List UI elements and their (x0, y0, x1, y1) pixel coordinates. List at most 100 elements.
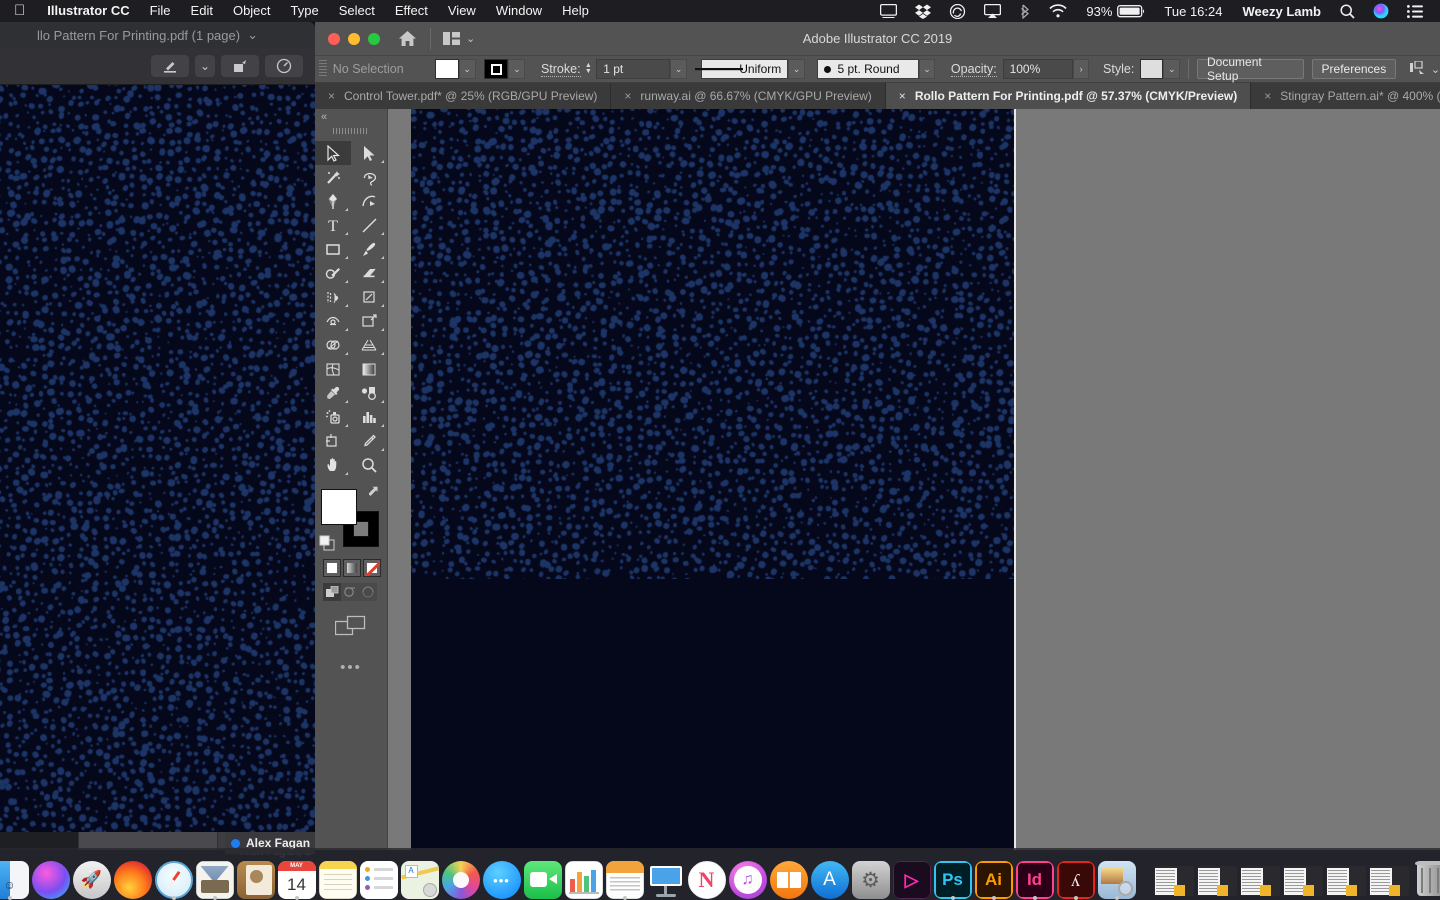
markup-icon[interactable] (151, 55, 189, 77)
dock-item-illustrator[interactable]: Ai (974, 855, 1013, 900)
draw-inside-button[interactable] (359, 583, 377, 601)
dock-item-reminders[interactable] (359, 855, 398, 899)
search-icon[interactable] (1331, 0, 1364, 22)
scale-tool[interactable] (351, 285, 387, 309)
width-tool[interactable] (315, 309, 351, 333)
dock[interactable]: ☺ 🚀 MAY 14 A ••• N ♫ A ⚙ ▷ Ps Ai Id ʎ (0, 848, 1440, 900)
battery-icon[interactable] (1117, 0, 1154, 22)
line-segment-tool[interactable] (351, 213, 387, 237)
fill-swatch[interactable] (434, 59, 459, 79)
column-graph-tool[interactable] (351, 405, 387, 429)
tool-grid[interactable]: T (315, 137, 387, 477)
lasso-tool[interactable] (351, 165, 387, 189)
menubar-menus[interactable]: File Edit Object Type Select Effect View Window… (140, 0, 599, 22)
edit-toolbar-icon[interactable]: ••• (315, 659, 387, 676)
artboard-tool[interactable] (315, 429, 351, 453)
tools-panel[interactable]: « T ••• (315, 109, 388, 850)
menubar-menu-effect[interactable]: Effect (385, 0, 438, 22)
dock-minimized-window-5[interactable] (1325, 855, 1366, 899)
menubar-menu-help[interactable]: Help (552, 0, 599, 22)
minimize-button[interactable] (348, 32, 360, 45)
stroke-profile-caret-icon[interactable]: ⌄ (788, 59, 805, 79)
rectangle-tool[interactable] (315, 237, 351, 261)
curvature-tool[interactable] (351, 189, 387, 213)
document-tab[interactable]: × runway.ai @ 66.67% (CMYK/GPU Preview) (611, 83, 886, 109)
dock-minimized-window-1[interactable] (1153, 855, 1194, 899)
dock-item-photos[interactable] (441, 855, 480, 899)
gradient-button[interactable] (343, 559, 361, 577)
preview-window[interactable]: llo Pattern For Printing.pdf (1 page) ⌄ … (0, 22, 315, 850)
illustrator-titlebar[interactable]: ⌄ Adobe Illustrator CC 2019 (315, 22, 1440, 55)
document-tab[interactable]: × Rollo Pattern For Printing.pdf @ 57.37%… (885, 83, 1252, 109)
dock-item-safari[interactable] (154, 855, 193, 900)
draw-behind-button[interactable] (341, 583, 359, 601)
dock-item-siri[interactable] (31, 855, 70, 899)
align-caret-icon[interactable]: ⌄ (1431, 63, 1440, 76)
display-icon[interactable] (871, 0, 906, 22)
shape-builder-tool[interactable] (315, 333, 351, 357)
home-icon[interactable] (396, 28, 418, 50)
dock-item-preview[interactable] (1097, 855, 1136, 900)
menubar-app-name[interactable]: Illustrator CC (37, 0, 139, 22)
selection-tool[interactable] (315, 141, 351, 165)
dock-item-maps[interactable]: A (400, 855, 439, 899)
dock-item-messages[interactable]: ••• (482, 855, 521, 899)
tab-close-icon[interactable]: × (1264, 89, 1271, 103)
free-transform-tool[interactable] (351, 309, 387, 333)
canvas-area[interactable] (388, 109, 1440, 850)
dock-item-pages[interactable] (605, 855, 644, 900)
dock-item-mail[interactable] (195, 855, 234, 900)
window-controls[interactable] (315, 32, 380, 45)
menubar-menu-view[interactable]: View (438, 0, 486, 22)
dock-minimized-window-2[interactable] (1196, 855, 1237, 899)
opacity-label[interactable]: Opacity: (950, 62, 997, 77)
dock-item-system-preferences[interactable]: ⚙ (851, 855, 890, 899)
color-mode-buttons[interactable] (323, 559, 387, 577)
artboard[interactable] (411, 109, 1016, 850)
double-chevron-left-icon[interactable]: « (315, 109, 387, 125)
default-fill-stroke-icon[interactable] (319, 535, 335, 556)
dock-item-itunes[interactable]: ♫ (728, 855, 767, 899)
rotate-tool[interactable] (315, 285, 351, 309)
direct-selection-tool[interactable] (351, 141, 387, 165)
zoom-button[interactable] (368, 32, 380, 45)
dock-item-notes[interactable] (318, 855, 357, 899)
stroke-caret-icon[interactable]: ⌄ (508, 59, 526, 79)
tab-close-icon[interactable]: × (899, 89, 906, 103)
type-tool[interactable]: T (315, 213, 351, 237)
dock-minimized-window-4[interactable] (1282, 855, 1323, 899)
menubar-menu-file[interactable]: File (140, 0, 181, 22)
align-to-selection-icon[interactable] (1409, 59, 1426, 78)
creative-cloud-icon[interactable] (940, 0, 975, 22)
dropbox-icon[interactable] (906, 0, 940, 22)
document-tab[interactable]: × Stingray Pattern.ai* @ 400% (CMYK (1251, 83, 1440, 109)
menubar-menu-window[interactable]: Window (486, 0, 552, 22)
pen-tool[interactable] (315, 189, 351, 213)
dock-item-firefox[interactable] (113, 855, 152, 899)
menubar-left[interactable]:  Illustrator CC FileEditObjectTypeSelec… (0, 0, 599, 22)
markup-caret-icon[interactable]: ⌄ (195, 55, 215, 77)
draw-normal-button[interactable] (323, 583, 341, 601)
dock-minimized-window-3[interactable] (1239, 855, 1280, 899)
fill-stroke-controls[interactable] (319, 486, 383, 551)
stroke-weight-caret-icon[interactable]: ⌄ (670, 59, 687, 79)
document-tab-bar[interactable]: × Control Tower.pdf* @ 25% (RGB/GPU Previ… (315, 83, 1440, 109)
document-setup-button[interactable]: Document Setup (1197, 55, 1304, 83)
tools-panel-grip[interactable] (315, 125, 387, 137)
brush-definition-select[interactable]: 5 pt. Round (817, 59, 919, 79)
stroke-profile-select[interactable]: Uniform (695, 59, 789, 79)
preview-title-chevron-icon[interactable]: ⌄ (247, 27, 258, 43)
dock-item-acrobat[interactable]: ʎ (1056, 855, 1095, 900)
dock-item-trash[interactable] (1412, 855, 1440, 899)
rotate-icon[interactable] (221, 55, 259, 77)
stroke-color-control[interactable]: ⌄ (484, 59, 526, 79)
shaper-tool[interactable] (315, 261, 351, 285)
dock-item-finder[interactable]: ☺ (0, 855, 29, 900)
change-screen-mode-icon[interactable] (315, 615, 387, 637)
gradient-tool[interactable] (351, 357, 387, 381)
dock-item-launchpad[interactable]: 🚀 (72, 855, 111, 899)
dock-minimized-window-6[interactable] (1368, 855, 1409, 899)
perspective-grid-tool[interactable] (351, 333, 387, 357)
opacity-input[interactable]: 100% (1002, 59, 1073, 79)
graphic-style-swatch[interactable] (1140, 59, 1164, 79)
